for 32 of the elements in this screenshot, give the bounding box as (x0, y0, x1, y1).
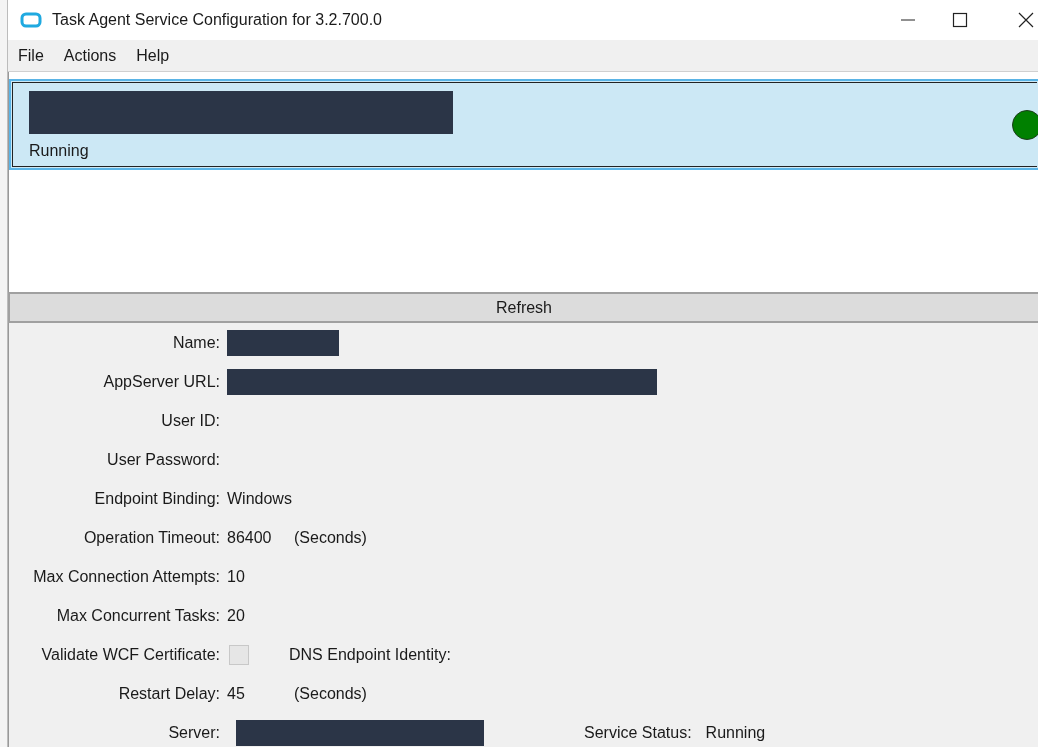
status-label: Service Status: (584, 722, 692, 743)
unit-label: (Seconds) (294, 683, 367, 704)
menu-item[interactable]: Actions (63, 43, 117, 68)
checkbox[interactable] (229, 644, 249, 665)
field-value: 86400 (227, 527, 273, 548)
field-label: Max Concurrent Tasks: (55, 605, 221, 626)
field-value: Windows (227, 488, 293, 509)
field-label: Restart Delay: (117, 683, 221, 704)
field-label: Max Connection Attempts: (32, 566, 221, 587)
status-value: Running (705, 722, 766, 743)
field-label: User ID: (160, 410, 221, 431)
field-label: Name: (171, 332, 221, 353)
field-label: Validate WCF Certificate: (40, 644, 221, 665)
field-label: User Password: (106, 449, 221, 470)
service-item[interactable]: Running (9, 79, 1038, 170)
field-value: 10 (227, 566, 246, 587)
refresh-button[interactable]: Refresh (8, 292, 1038, 323)
field-value: 45 (227, 683, 246, 704)
window-title: Task Agent Service Configuration for 3.2.700.0 (52, 10, 382, 30)
menu-item[interactable]: File (18, 43, 44, 68)
field-label: DNS Endpoint Identity: (289, 644, 451, 665)
field-label: Endpoint Binding: (93, 488, 221, 509)
field-label: Server: (167, 722, 221, 743)
app-icon (20, 12, 42, 28)
field-value: 20 (227, 605, 246, 626)
menu-item[interactable]: Help (136, 43, 170, 68)
close-icon[interactable] (1018, 12, 1034, 28)
service-status: Running (29, 140, 90, 161)
field-label: Operation Timeout: (82, 527, 221, 548)
maximize-icon[interactable] (952, 12, 968, 28)
field-label: AppServer URL: (102, 371, 221, 392)
unit-label: (Seconds) (294, 527, 367, 548)
